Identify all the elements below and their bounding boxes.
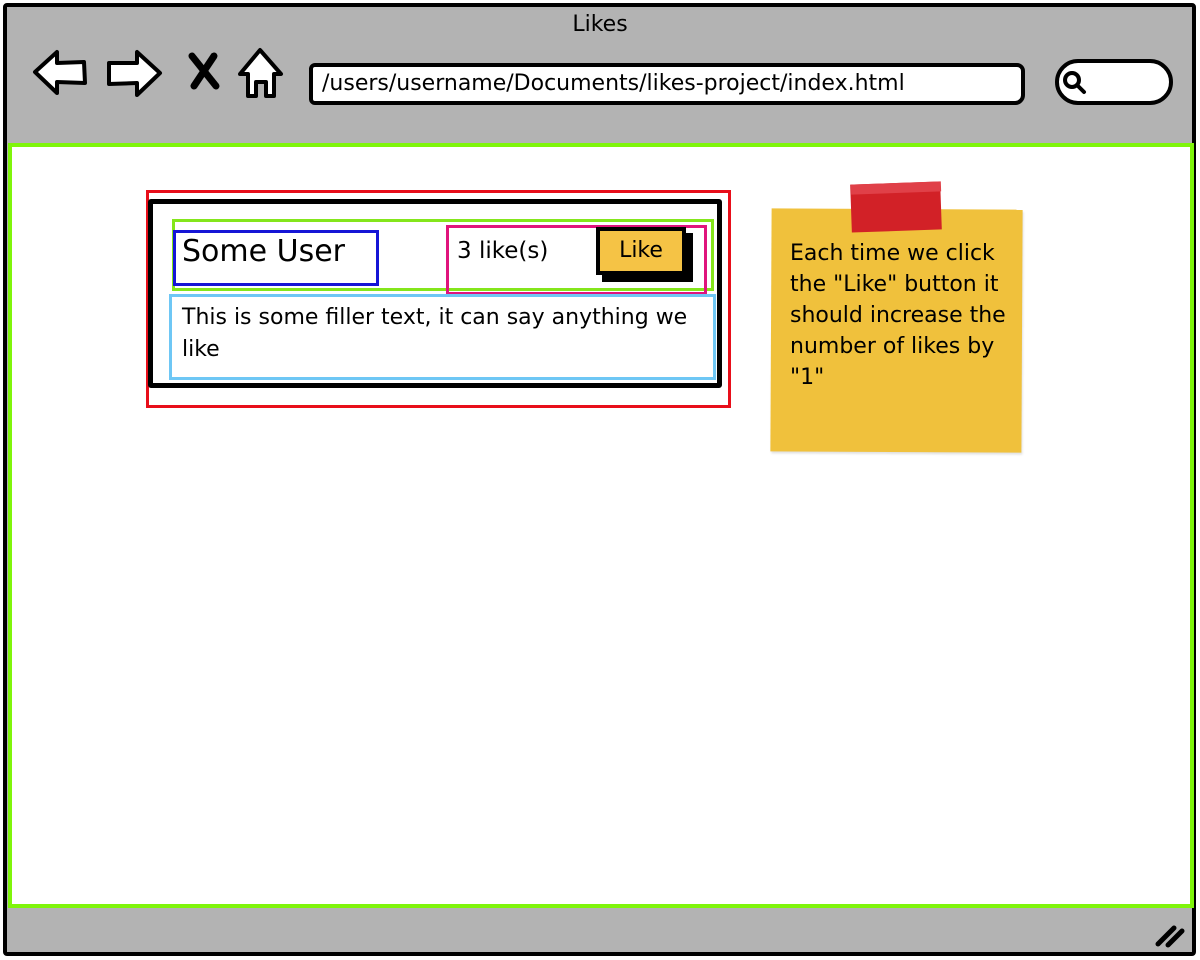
post-body-text: This is some filler text, it can say any… <box>182 305 688 362</box>
sticky-note-text: Each time we click the "Like" button it … <box>790 241 1006 390</box>
forward-arrow-icon[interactable] <box>104 44 164 100</box>
home-icon[interactable] <box>236 44 286 100</box>
back-arrow-icon[interactable] <box>30 44 88 100</box>
window-title: Likes <box>572 12 628 37</box>
close-icon[interactable] <box>184 44 224 100</box>
like-button[interactable]: Like <box>596 227 686 275</box>
address-bar[interactable]: /users/username/Documents/likes-project/… <box>309 63 1025 105</box>
resize-handle-icon[interactable] <box>1154 920 1188 948</box>
search-icon <box>1060 68 1088 96</box>
post-username: Some User <box>182 234 345 269</box>
likes-count: 3 like(s) <box>457 238 549 264</box>
